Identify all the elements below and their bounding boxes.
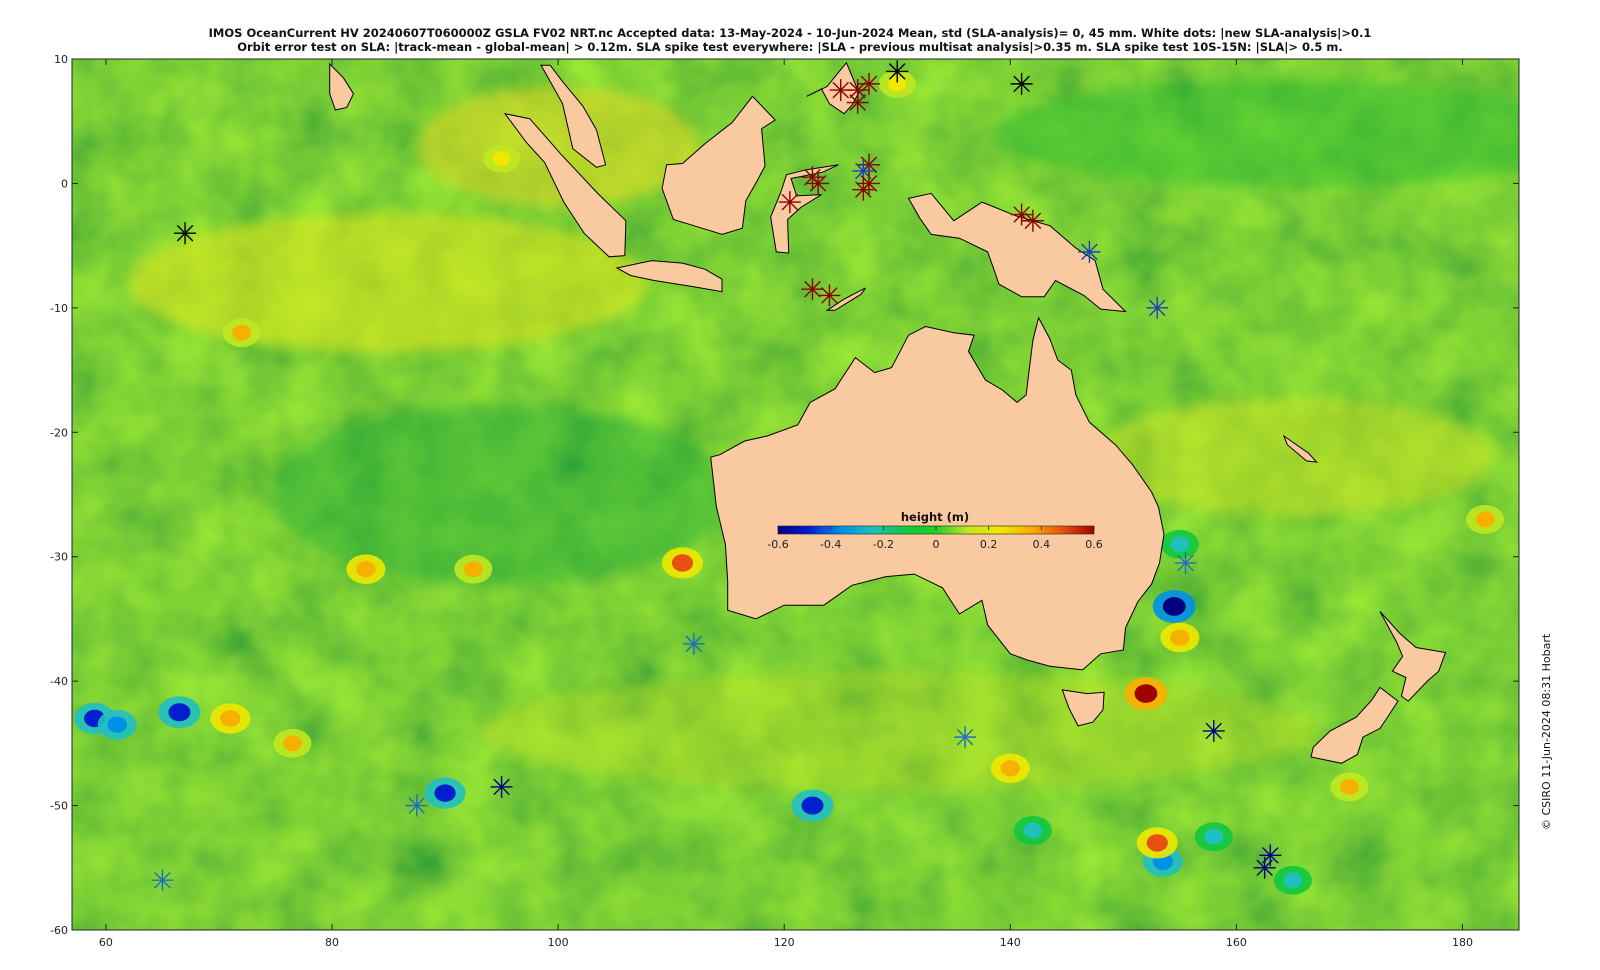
eddy-core — [671, 554, 694, 572]
asterisk-icon — [490, 775, 513, 798]
x-tick-label: 160 — [1226, 936, 1247, 949]
eddy-core — [434, 784, 456, 802]
eddy-core — [492, 151, 511, 167]
asterisk-icon — [1010, 203, 1033, 226]
x-tick-label: 100 — [548, 936, 569, 949]
eddy-core — [107, 716, 128, 733]
y-tick-label: -20 — [50, 426, 68, 439]
y-tick-label: 0 — [61, 177, 68, 190]
colorbar-tick-label: -0.2 — [873, 538, 894, 551]
asterisk-icon — [174, 222, 197, 245]
asterisk-icon — [818, 284, 841, 307]
asterisk-icon — [1253, 856, 1276, 879]
anomaly-band — [992, 78, 1519, 189]
colorbar-tick-label: 0.6 — [1085, 538, 1103, 551]
eddy-core — [220, 710, 241, 727]
asterisk-icon — [778, 191, 801, 214]
asterisk-icon — [954, 726, 977, 749]
asterisk-icon — [801, 278, 824, 301]
asterisk-icon — [1078, 240, 1101, 263]
eddy-core — [232, 324, 251, 341]
y-tick-label: -40 — [50, 675, 68, 688]
eddy-core — [1283, 872, 1303, 889]
eddy-core — [1000, 760, 1021, 777]
sea-level-anomaly-map: 60 80 100 120 140 160 180 100-10-20-30-40-50-6… — [50, 0, 1520, 949]
colorbar-title: height (m) — [901, 510, 969, 524]
x-tick-label: 180 — [1452, 936, 1473, 949]
asterisk-icon — [1174, 551, 1197, 574]
eddy-core — [1170, 629, 1190, 646]
asterisk-icon — [886, 60, 909, 83]
eddy-core — [1170, 536, 1190, 553]
colorbar-tick-label: 0.2 — [980, 538, 998, 551]
colorbar-tick-label: 0 — [933, 538, 940, 551]
eddy-core — [1146, 834, 1168, 852]
asterisk-icon — [1010, 72, 1033, 95]
y-tick-label: -50 — [50, 800, 68, 813]
asterisk-icon — [1021, 209, 1044, 232]
asterisk-icon — [846, 91, 869, 114]
asterisk-icon — [1202, 719, 1225, 742]
asterisk-icon — [829, 79, 852, 102]
eddy-core — [1023, 822, 1043, 839]
eddy-core — [283, 735, 302, 752]
asterisk-icon — [405, 794, 428, 817]
asterisk-icon — [1146, 296, 1169, 319]
y-tick-label: -30 — [50, 551, 68, 564]
asterisk-icon — [807, 172, 830, 195]
asterisk-icon — [151, 869, 174, 892]
y-tick-label: -10 — [50, 302, 68, 315]
colorbar-tick-label: -0.6 — [767, 538, 788, 551]
colorbar-tick-label: 0.4 — [1033, 538, 1051, 551]
luzon-land — [782, 0, 809, 8]
x-tick-label: 80 — [325, 936, 339, 949]
asterisk-icon — [857, 72, 880, 95]
eddy-core — [1134, 684, 1158, 703]
eddy-core — [1204, 828, 1224, 845]
eddy-core — [1162, 597, 1186, 616]
x-tick-label: 120 — [774, 936, 795, 949]
x-tick-label: 140 — [1000, 936, 1021, 949]
x-tick-label: 60 — [99, 936, 113, 949]
colorbar-tick-label: -0.4 — [820, 538, 841, 551]
y-tick-label: -60 — [50, 924, 68, 937]
asterisk-icon — [857, 172, 880, 195]
anomaly-band — [271, 404, 732, 585]
eddy-core — [463, 561, 483, 577]
eddy-core — [356, 561, 376, 578]
eddy-core — [168, 703, 191, 722]
asterisk-icon — [682, 632, 705, 655]
eddy-core — [1475, 511, 1495, 528]
y-tick-label: 10 — [54, 53, 68, 66]
eddy-core — [1340, 779, 1359, 795]
copyright-credit: © CSIRO 11-Jun-2024 08:31 Hobart — [1540, 633, 1553, 830]
anomaly-band — [477, 670, 1318, 791]
anomaly-band — [128, 212, 649, 353]
eddy-core — [801, 796, 824, 815]
